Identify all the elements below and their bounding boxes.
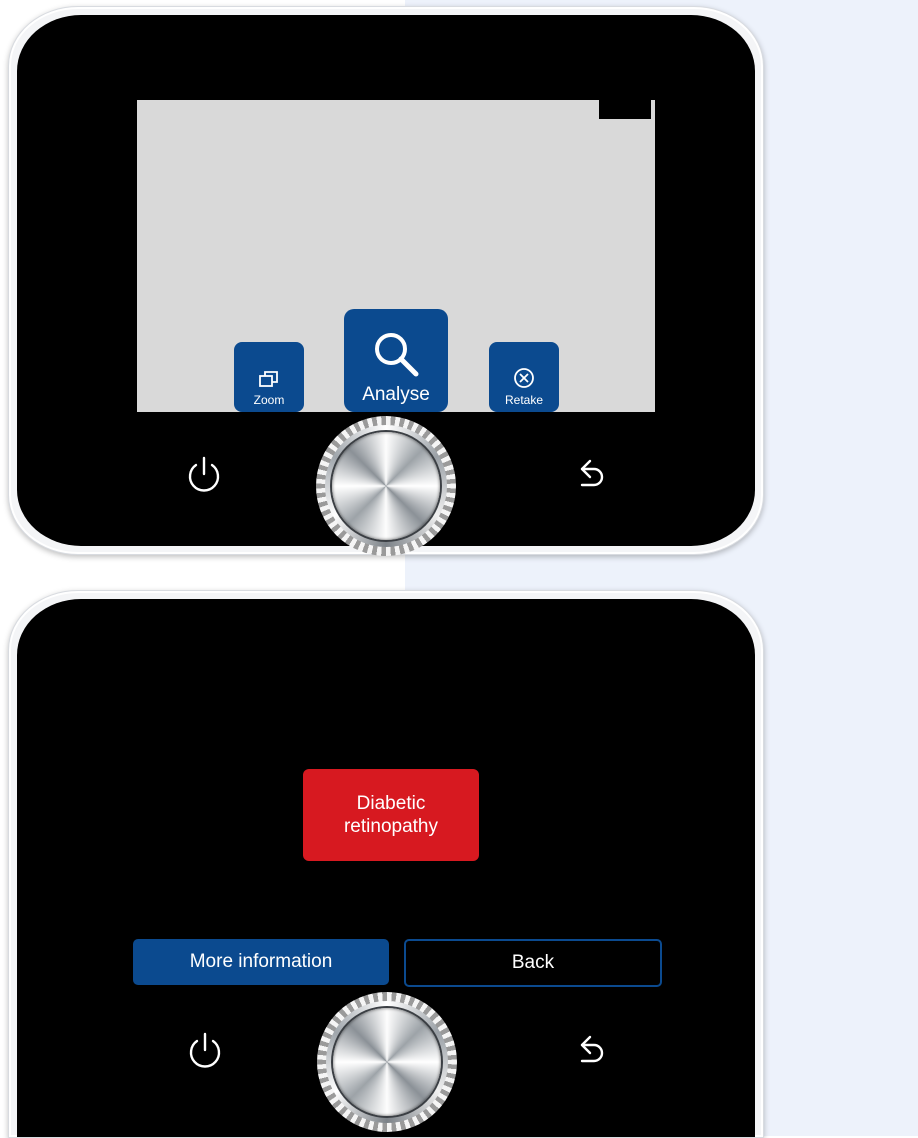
retake-label: Retake [504,393,544,407]
knob-face [333,1008,441,1116]
diagnosis-line1: Diabetic [356,793,426,814]
diagnosis-result-badge: Diabetic retinopathy [303,769,479,861]
diagnosis-line2: retinopathy [343,816,438,837]
back-button[interactable]: Back [404,939,662,987]
power-icon[interactable] [185,1030,225,1070]
image-preview: Zoom Analyse Retake [137,100,655,412]
windows-icon [259,371,278,387]
retake-button[interactable]: Retake [489,342,559,412]
more-information-button[interactable]: More information [133,939,389,985]
device-bottom: Diabetic retinopathy More information Ba… [8,590,764,1138]
close-circle-icon [514,368,534,388]
analyse-label: Analyse [362,384,430,405]
device-bezel: Zoom Analyse Retake [17,15,755,556]
analyse-button[interactable]: Analyse [344,309,448,412]
rotary-knob[interactable] [317,992,457,1132]
device-top: Zoom Analyse Retake [8,6,764,556]
device-bezel: Diabetic retinopathy More information Ba… [17,599,755,1137]
knob-face [332,432,440,540]
power-icon[interactable] [184,454,224,494]
rotary-knob[interactable] [316,416,456,556]
magnifier-icon [375,333,419,377]
zoom-label: Zoom [253,393,285,407]
zoom-button[interactable]: Zoom [234,342,304,412]
preview-corner-mask [599,100,651,119]
return-arrow-icon[interactable] [574,458,610,492]
return-arrow-icon[interactable] [574,1034,610,1068]
